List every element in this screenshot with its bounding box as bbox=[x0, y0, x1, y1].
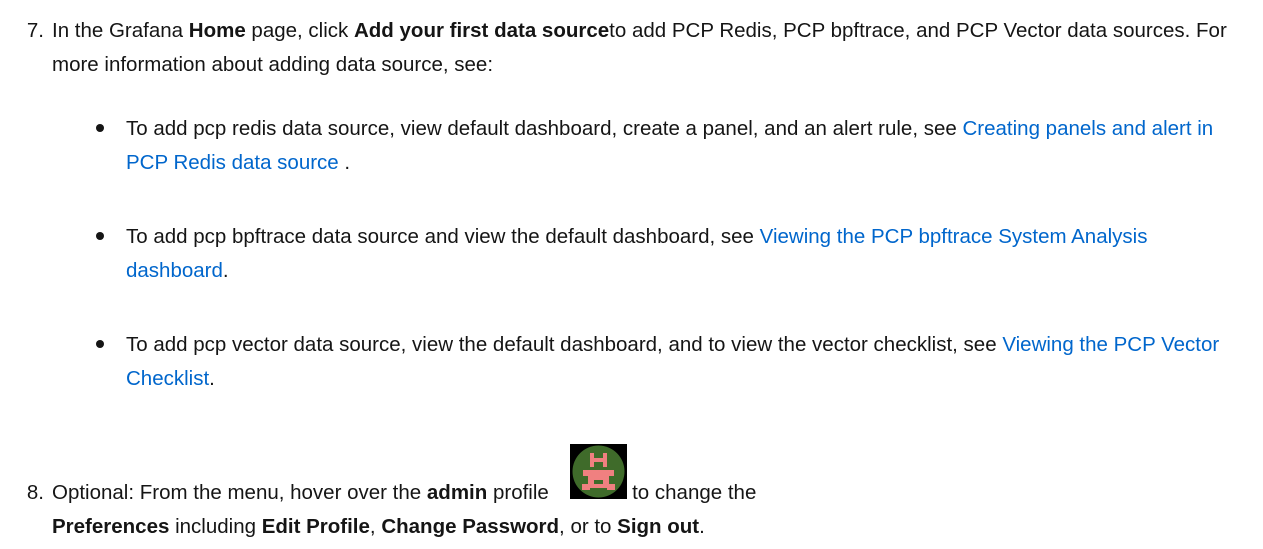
bullet-bpftrace: To add pcp bpftrace data source and view… bbox=[96, 220, 1236, 288]
admin-avatar-icon bbox=[570, 444, 627, 499]
change-password-term: Change Password bbox=[381, 515, 560, 538]
add-data-source-term: Add your first data source bbox=[353, 19, 610, 42]
step-7: 7. In the Grafana Home page, click Add y… bbox=[0, 14, 1240, 82]
bullet-redis: To add pcp redis data source, view defau… bbox=[96, 112, 1236, 180]
bullet-vector: To add pcp vector data source, view the … bbox=[96, 328, 1236, 396]
admin-term: admin bbox=[426, 481, 488, 504]
document-page: 7. In the Grafana Home page, click Add y… bbox=[0, 0, 1263, 549]
home-term: Home bbox=[188, 19, 246, 42]
step-text: In the Grafana Home page, click Add your… bbox=[52, 19, 1227, 76]
bullet-dot bbox=[96, 340, 104, 348]
sign-out-term: Sign out bbox=[617, 515, 700, 538]
step-number: 7. bbox=[26, 19, 44, 42]
edit-profile-term: Edit Profile bbox=[261, 515, 370, 538]
bullet-dot bbox=[96, 124, 104, 132]
preferences-term: Preferences bbox=[52, 515, 170, 538]
step-number: 8. bbox=[26, 481, 44, 504]
bullet-dot bbox=[96, 232, 104, 240]
step-text: Optional: From the menu, hover over the … bbox=[52, 481, 757, 538]
